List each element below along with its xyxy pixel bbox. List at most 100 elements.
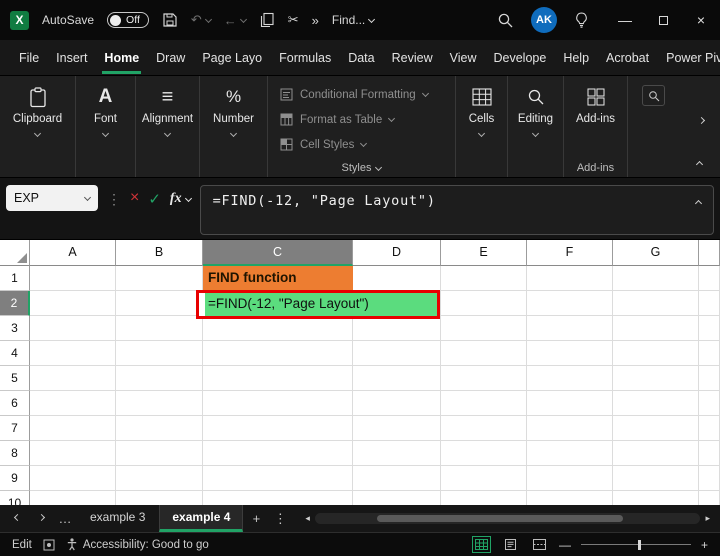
row-header-7[interactable]: 7: [0, 416, 30, 441]
row-header-6[interactable]: 6: [0, 391, 30, 416]
grid-cell[interactable]: [203, 316, 353, 341]
excel-app-icon[interactable]: X: [10, 11, 29, 30]
scrollbar-thumb[interactable]: [377, 515, 624, 522]
sheet-nav-right-button[interactable]: [30, 505, 52, 532]
column-header-B[interactable]: B: [116, 240, 203, 266]
grid-cell[interactable]: [353, 316, 441, 341]
ribbon-group-clipboard[interactable]: Clipboard: [0, 76, 76, 177]
redo-button[interactable]: ←: [224, 13, 246, 28]
grid-cell[interactable]: [30, 441, 116, 466]
grid-cell[interactable]: [699, 416, 720, 441]
grid-cell[interactable]: [699, 316, 720, 341]
tab-help[interactable]: Help: [556, 42, 596, 74]
grid-cell[interactable]: [441, 291, 527, 316]
grid-cell[interactable]: [116, 341, 203, 366]
save-button[interactable]: [162, 12, 178, 28]
grid-cell[interactable]: [441, 491, 527, 505]
ribbon-group-font[interactable]: A Font: [76, 76, 136, 177]
grid-cell[interactable]: [527, 266, 613, 291]
grid-cell[interactable]: [613, 366, 699, 391]
ribbon-group-number[interactable]: % Number: [200, 76, 268, 177]
tab-data[interactable]: Data: [341, 42, 381, 74]
zoom-in-button[interactable]: +: [701, 538, 708, 552]
tab-review[interactable]: Review: [385, 42, 440, 74]
horizontal-scrollbar[interactable]: ◂ ▸: [293, 513, 720, 524]
zoom-slider[interactable]: [581, 539, 691, 551]
new-sheet-button[interactable]: +: [245, 505, 267, 532]
grid-cell[interactable]: [699, 466, 720, 491]
grid-cell[interactable]: [30, 391, 116, 416]
row-header-8[interactable]: 8: [0, 441, 30, 466]
grid-cell[interactable]: [613, 341, 699, 366]
grid-cell[interactable]: [353, 366, 441, 391]
grid-cell[interactable]: [30, 316, 116, 341]
cell-styles-button[interactable]: Cell Styles: [280, 132, 455, 157]
grid-cell[interactable]: [527, 391, 613, 416]
grid-cell[interactable]: [116, 441, 203, 466]
name-box[interactable]: EXP: [6, 185, 98, 211]
grid-cell[interactable]: [527, 491, 613, 505]
avatar[interactable]: AK: [531, 7, 557, 33]
grid-cell[interactable]: [441, 341, 527, 366]
sheet-tab-example-3[interactable]: example 3: [78, 505, 157, 532]
grid-cell[interactable]: [353, 266, 441, 291]
undo-button[interactable]: ↶: [191, 12, 211, 28]
format-as-table-button[interactable]: Format as Table: [280, 107, 455, 132]
grid-cell[interactable]: [203, 341, 353, 366]
scroll-left-arrow[interactable]: ◂: [305, 513, 310, 524]
grid-cell[interactable]: [30, 366, 116, 391]
grid-cell[interactable]: [116, 266, 203, 291]
normal-view-button[interactable]: [472, 536, 491, 553]
grid-cell[interactable]: [441, 366, 527, 391]
autosave-toggle[interactable]: Off: [107, 12, 149, 28]
grid-cell[interactable]: [613, 416, 699, 441]
page-layout-view-button[interactable]: [501, 536, 520, 553]
tab-formulas[interactable]: Formulas: [272, 42, 338, 74]
grid-cell[interactable]: [613, 266, 699, 291]
grid-cell[interactable]: [527, 466, 613, 491]
grid-cell[interactable]: [441, 316, 527, 341]
grid-cell[interactable]: [116, 416, 203, 441]
zoom-slider-thumb[interactable]: [638, 540, 641, 550]
grid-cell[interactable]: [699, 341, 720, 366]
grid-cell[interactable]: [699, 491, 720, 505]
close-button[interactable]: ×: [682, 0, 720, 40]
ribbon-group-alignment[interactable]: ≡ Alignment: [136, 76, 200, 177]
tab-developer[interactable]: Develope: [486, 42, 553, 74]
grid-cell[interactable]: [203, 466, 353, 491]
grid-cell[interactable]: [116, 466, 203, 491]
grid-cell[interactable]: [527, 291, 613, 316]
grid-cell[interactable]: [203, 491, 353, 505]
grid-cell[interactable]: [353, 391, 441, 416]
grid-cell[interactable]: [613, 466, 699, 491]
grid-cell[interactable]: [116, 391, 203, 416]
confirm-entry-button[interactable]: ✓: [148, 190, 161, 208]
grid-cell[interactable]: [353, 441, 441, 466]
copy-button[interactable]: [259, 12, 275, 28]
insert-function-button[interactable]: fx: [170, 191, 191, 207]
tab-draw[interactable]: Draw: [149, 42, 192, 74]
grid-cell[interactable]: [203, 441, 353, 466]
sheet-list-button[interactable]: …: [54, 505, 76, 532]
tab-home[interactable]: Home: [97, 42, 146, 74]
grid-cell[interactable]: [699, 366, 720, 391]
collapse-ribbon-button[interactable]: [696, 161, 703, 168]
grid-cell[interactable]: [699, 391, 720, 416]
grid-cell[interactable]: [699, 291, 720, 316]
tab-acrobat[interactable]: Acrobat: [599, 42, 656, 74]
scrollbar-track[interactable]: [315, 513, 701, 524]
select-all-button[interactable]: [0, 240, 30, 266]
row-header-1[interactable]: 1: [0, 266, 30, 291]
grid-cell[interactable]: [441, 266, 527, 291]
column-header-G[interactable]: G: [613, 240, 699, 266]
cell-C2[interactable]: =FIND(-12, "Page Layout"): [205, 293, 437, 316]
minimize-button[interactable]: —: [606, 0, 644, 40]
grid-cell[interactable]: [527, 316, 613, 341]
grid-cell[interactable]: [116, 291, 203, 316]
cancel-entry-button[interactable]: ×: [130, 189, 139, 207]
row-header-10[interactable]: 10: [0, 491, 30, 505]
find-button[interactable]: Find...: [332, 13, 374, 27]
formula-input[interactable]: =FIND(-12, "Page Layout"): [200, 185, 714, 235]
grid-cell[interactable]: [613, 441, 699, 466]
grid-cell[interactable]: [116, 316, 203, 341]
